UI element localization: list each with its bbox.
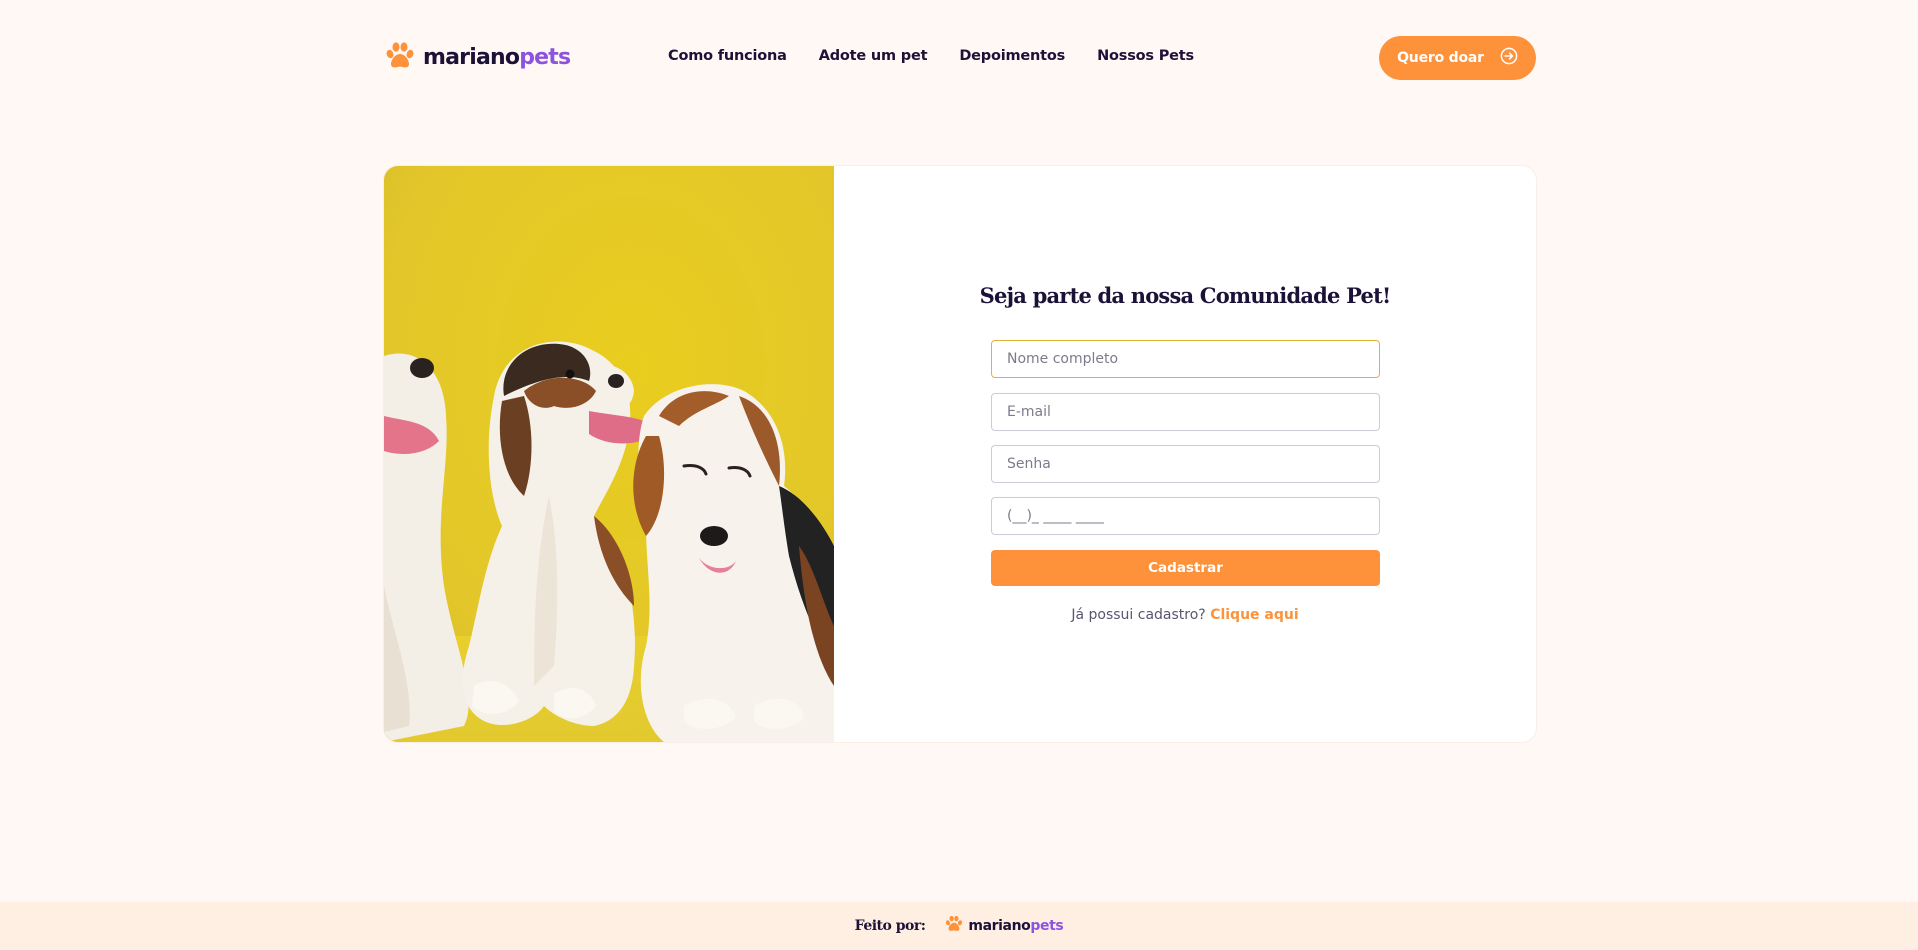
main-nav: Como funciona Adote um pet Depoimentos N… [668,48,1194,64]
cadastrar-button[interactable]: Cadastrar [991,550,1380,586]
site-footer: Feito por: marianopets [0,902,1918,950]
puppies-photo [384,166,834,742]
phone-input[interactable] [991,497,1380,535]
signup-title: Seja parte da nossa Comunidade Pet! [979,283,1392,308]
nav-link-depoimentos[interactable]: Depoimentos [959,48,1065,64]
nav-link-como-funciona[interactable]: Como funciona [668,48,787,64]
footer-brand-logo[interactable]: marianopets [945,915,1064,937]
nav-link-nossos-pets[interactable]: Nossos Pets [1097,48,1194,64]
email-input[interactable] [991,393,1380,431]
brand-logo[interactable]: marianopets [385,41,571,75]
footer-brand-name: marianopets [968,918,1064,934]
login-prompt-line: Já possui cadastro? Clique aqui [834,607,1536,623]
quero-doar-button[interactable]: Quero doar [1379,36,1536,80]
login-prompt: Já possui cadastro? [1071,607,1206,623]
arrow-right-circle-icon [1500,47,1518,69]
nav-link-adote-um-pet[interactable]: Adote um pet [819,48,928,64]
password-input[interactable] [991,445,1380,483]
paw-icon [385,41,415,75]
signup-card: Seja parte da nossa Comunidade Pet! Cada… [384,166,1536,742]
signup-form: Seja parte da nossa Comunidade Pet! Cada… [834,166,1536,742]
cta-label: Quero doar [1397,50,1484,66]
full-name-input[interactable] [991,340,1380,378]
login-link[interactable]: Clique aqui [1210,607,1298,623]
brand-name: marianopets [423,45,571,70]
footer-made-by: Feito por: [854,918,926,934]
site-header: marianopets Como funciona Adote um pet D… [0,0,1918,116]
paw-icon [945,915,963,937]
